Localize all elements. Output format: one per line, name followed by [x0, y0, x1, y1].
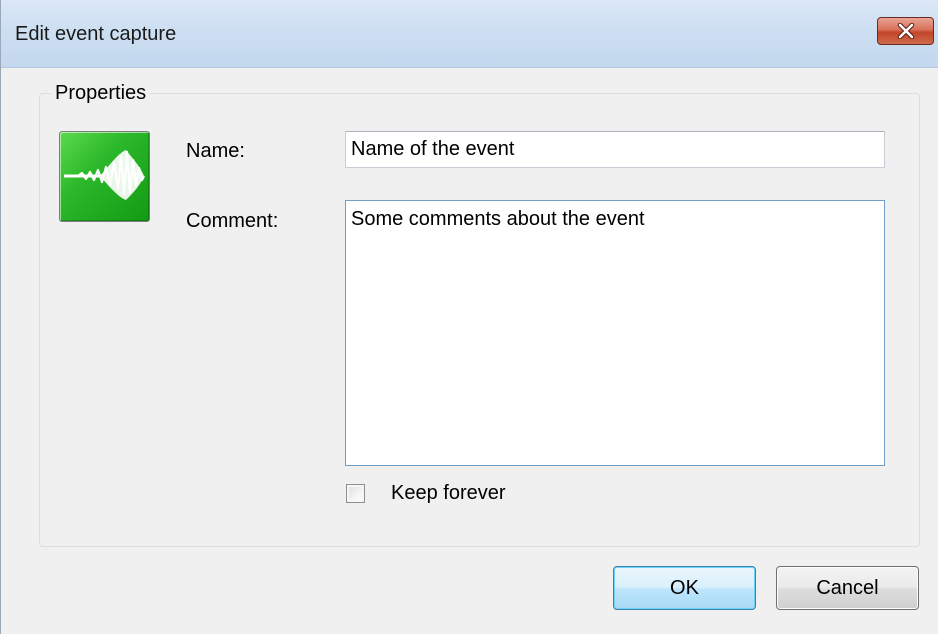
- window-title: Edit event capture: [15, 23, 177, 45]
- audio-waveform-icon: [59, 131, 150, 222]
- name-label: Name:: [186, 140, 245, 162]
- cancel-button[interactable]: Cancel: [776, 566, 919, 610]
- keep-forever-checkbox[interactable]: [346, 483, 365, 503]
- close-button[interactable]: [877, 17, 934, 45]
- edit-event-capture-dialog: Edit event capture Properties Name: Comm…: [0, 0, 938, 634]
- keep-forever-label[interactable]: Keep forever: [391, 482, 506, 505]
- close-icon: [896, 23, 916, 39]
- comment-textarea[interactable]: Some comments about the event: [345, 200, 885, 466]
- name-input[interactable]: [345, 131, 885, 168]
- ok-button[interactable]: OK: [613, 566, 756, 610]
- properties-legend: Properties: [51, 82, 151, 104]
- comment-label: Comment:: [186, 210, 279, 232]
- keep-forever-option[interactable]: Keep forever: [346, 481, 506, 505]
- title-bar[interactable]: Edit event capture: [1, 0, 938, 68]
